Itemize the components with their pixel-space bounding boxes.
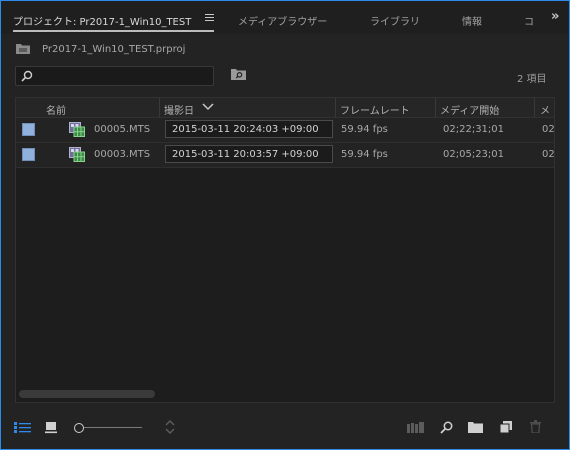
tab-info[interactable]: 情報 — [462, 13, 482, 28]
tab-project[interactable]: プロジェクト: Pr2017-1_Win10_TEST — [13, 13, 191, 28]
hamburger-icon[interactable] — [205, 14, 214, 22]
new-item-icon[interactable] — [500, 421, 512, 433]
column-header-media-start[interactable]: メディア開始 — [440, 102, 499, 117]
column-divider[interactable] — [435, 98, 436, 117]
panel-tab-bar: プロジェクト: Pr2017-1_Win10_TEST メディアブラウザー ライ… — [1, 1, 568, 34]
media-start-value[interactable]: 02;05;23;01 — [443, 149, 504, 160]
column-divider[interactable] — [159, 98, 160, 117]
project-file-path: Pr2017-1_Win10_TEST.prproj — [42, 44, 186, 55]
tab-libraries[interactable]: ライブラリ — [370, 13, 420, 28]
column-header-name[interactable]: 名前 — [46, 102, 66, 117]
trash-icon[interactable] — [530, 420, 541, 433]
column-header-more[interactable]: メ — [540, 102, 550, 117]
find-icon[interactable] — [440, 421, 453, 434]
column-divider[interactable] — [335, 98, 336, 117]
item-count: 2 項目 — [517, 74, 547, 85]
date-shot-value: 2015-03-11 20:24:03 +09:00 — [172, 124, 319, 135]
folder-icon — [16, 44, 30, 54]
clip-name[interactable]: 00003.MTS — [94, 149, 150, 160]
horizontal-scrollbar[interactable] — [19, 390, 155, 398]
more-column-value: 02 — [542, 124, 555, 135]
list-header: 名前 撮影日 フレームレート メディア開始 メ — [16, 98, 554, 118]
label-color-swatch[interactable] — [22, 148, 35, 161]
column-divider[interactable] — [534, 98, 535, 117]
zoom-slider-handle[interactable] — [74, 423, 84, 433]
zoom-slider-track[interactable] — [84, 427, 142, 428]
double-chevron-right-icon[interactable]: » — [551, 9, 560, 24]
tab-media-browser[interactable]: メディアブラウザー — [238, 13, 327, 28]
date-shot-value: 2015-03-11 20:03:57 +09:00 — [172, 149, 319, 160]
search-icon — [21, 70, 33, 82]
frame-rate-value: 59.94 fps — [341, 124, 388, 135]
automate-to-sequence-icon[interactable] — [407, 422, 424, 433]
tab-clipped[interactable]: コ — [524, 13, 534, 28]
search-input[interactable] — [38, 68, 208, 83]
sequence-clip-icon — [69, 147, 85, 162]
column-header-date-shot[interactable]: 撮影日 — [164, 102, 194, 117]
frame-rate-value: 59.94 fps — [341, 149, 388, 160]
project-item-list[interactable]: 名前 撮影日 フレームレート メディア開始 メ 00005.MTS 2015-0… — [15, 97, 555, 403]
sort-icons-icon[interactable] — [165, 420, 175, 434]
new-bin-icon[interactable] — [468, 422, 483, 433]
more-column-value: 02 — [542, 149, 555, 160]
list-view-icon[interactable] — [14, 421, 31, 434]
bin-search-icon[interactable] — [231, 68, 246, 80]
chevron-down-icon[interactable] — [202, 101, 214, 111]
column-header-frame-rate[interactable]: フレームレート — [340, 102, 410, 117]
sequence-clip-icon — [69, 122, 85, 137]
media-start-value[interactable]: 02;22;31;01 — [443, 124, 504, 135]
clip-name[interactable]: 00005.MTS — [94, 124, 150, 135]
date-shot-field[interactable]: 2015-03-11 20:24:03 +09:00 — [165, 120, 333, 138]
label-color-swatch[interactable] — [22, 123, 35, 136]
list-item[interactable]: 00005.MTS 2015-03-11 20:24:03 +09:00 59.… — [16, 118, 554, 143]
active-tab-indicator — [13, 30, 214, 32]
icon-view-icon[interactable] — [45, 421, 58, 434]
search-box[interactable] — [15, 66, 214, 86]
date-shot-field[interactable]: 2015-03-11 20:03:57 +09:00 — [165, 145, 333, 163]
list-item[interactable]: 00003.MTS 2015-03-11 20:03:57 +09:00 59.… — [16, 143, 554, 168]
